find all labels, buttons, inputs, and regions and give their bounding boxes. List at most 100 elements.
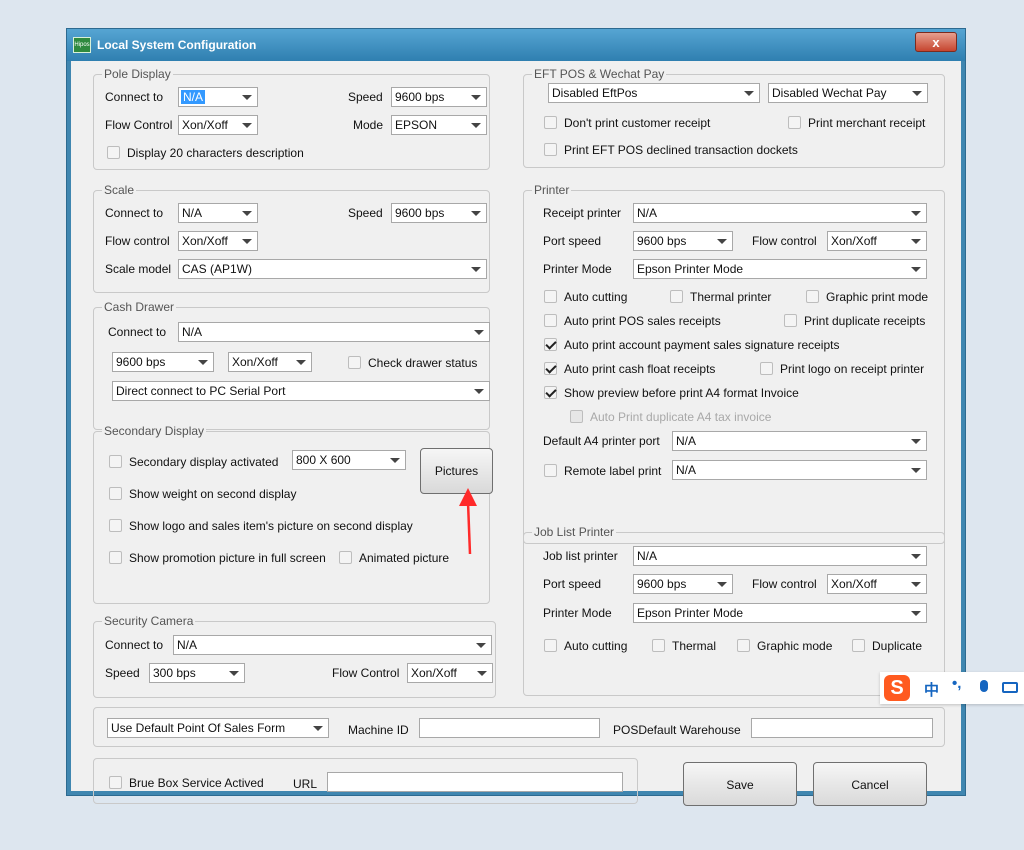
checkbox-label: Auto print cash float receipts <box>564 362 716 376</box>
ime-punctuation-toggle[interactable]: •, <box>952 675 961 692</box>
checkbox-label: Auto cutting <box>564 290 628 304</box>
chevron-down-icon <box>911 211 921 216</box>
checkbox-box <box>544 290 557 303</box>
job-list-printer-combo[interactable]: N/A <box>633 546 927 566</box>
drawer-direct-value: Direct connect to PC Serial Port <box>116 384 286 398</box>
job-port-speed-label: Port speed <box>543 577 602 591</box>
chevron-down-icon <box>474 330 484 335</box>
drawer-direct-combo[interactable]: Direct connect to PC Serial Port <box>112 381 490 401</box>
scale-flow-combo[interactable]: Xon/Xoff <box>178 231 258 251</box>
cancel-button[interactable]: Cancel <box>813 762 927 806</box>
receipt-printer-value: N/A <box>637 206 658 220</box>
port-speed-value: 9600 bps <box>637 234 687 248</box>
app-logo-icon: Hipos <box>73 37 91 53</box>
eftpos-combo[interactable]: Disabled EftPos <box>548 83 760 103</box>
group-secondary-display: Secondary Display Secondary display acti… <box>93 424 493 604</box>
checkbox-box <box>109 776 122 789</box>
scale-speed-value: 9600 bps <box>395 206 445 220</box>
legend-cash-drawer: Cash Drawer <box>102 300 177 314</box>
checkbox-label: Animated picture <box>359 551 450 565</box>
save-button-label: Save <box>726 778 754 792</box>
port-speed-combo[interactable]: 9600 bps <box>633 231 733 251</box>
checkbox-label: Thermal printer <box>690 290 772 304</box>
printer-flow-combo[interactable]: Xon/Xoff <box>827 231 927 251</box>
close-button[interactable]: x <box>915 32 957 52</box>
drawer-connect-combo[interactable]: N/A <box>178 322 490 342</box>
url-input[interactable] <box>327 772 623 792</box>
url-label: URL <box>293 777 318 791</box>
drawer-connect-value: N/A <box>182 325 203 339</box>
drawer-speed-combo[interactable]: 9600 bps <box>112 352 214 372</box>
pole-mode-combo[interactable]: EPSON <box>391 115 487 135</box>
checkbox-box <box>852 639 865 652</box>
wechat-combo[interactable]: Disabled Wechat Pay <box>768 83 928 103</box>
default-a4-port-combo[interactable]: N/A <box>672 431 927 451</box>
scale-model-combo[interactable]: CAS (AP1W) <box>178 259 487 279</box>
printer-mode-value: Epson Printer Mode <box>637 262 744 276</box>
checkbox-box <box>107 146 120 159</box>
wechat-value: Disabled Wechat Pay <box>772 86 887 100</box>
camera-speed-combo[interactable]: 300 bps <box>149 663 245 683</box>
checkbox-label: Remote label print <box>564 464 662 478</box>
microphone-icon[interactable] <box>980 680 988 692</box>
checkbox-box <box>788 116 801 129</box>
ime-toolbar[interactable]: S 中 •, <box>880 672 1024 704</box>
title-bar[interactable]: Hipos Local System Configuration x <box>67 29 965 61</box>
config-window: Hipos Local System Configuration x Pole … <box>66 28 966 806</box>
machine-id-input[interactable] <box>419 718 600 738</box>
chevron-down-icon <box>911 439 921 444</box>
pole-flow-combo[interactable]: Xon/Xoff <box>178 115 258 135</box>
receipt-printer-combo[interactable]: N/A <box>633 203 927 223</box>
pole-speed-value: 9600 bps <box>395 90 445 104</box>
chevron-down-icon <box>912 91 922 96</box>
chevron-down-icon <box>717 239 727 244</box>
default-a4-port-label: Default A4 printer port <box>543 434 660 448</box>
scale-speed-combo[interactable]: 9600 bps <box>391 203 487 223</box>
checkbox-label: Don't print customer receipt <box>564 116 711 130</box>
chevron-down-icon <box>296 360 306 365</box>
job-port-speed-value: 9600 bps <box>637 577 687 591</box>
keyboard-icon[interactable] <box>1002 682 1018 693</box>
secondary-resolution-combo[interactable]: 800 X 600 <box>292 450 406 470</box>
chevron-down-icon <box>477 671 487 676</box>
remote-label-combo[interactable]: N/A <box>672 460 927 480</box>
chevron-down-icon <box>229 671 239 676</box>
chevron-down-icon <box>471 95 481 100</box>
pole-connect-combo[interactable]: N/A <box>178 87 258 107</box>
checkbox-label: Show logo and sales item's picture on se… <box>129 519 413 533</box>
checkbox-label: Print logo on receipt printer <box>780 362 925 376</box>
legend-job-list-printer: Job List Printer <box>532 525 617 539</box>
checkbox-label: Auto Print duplicate A4 tax invoice <box>590 410 772 424</box>
job-printer-mode-combo[interactable]: Epson Printer Mode <box>633 603 927 623</box>
drawer-flow-combo[interactable]: Xon/Xoff <box>228 352 312 372</box>
scale-flow-label: Flow control <box>105 234 170 248</box>
checkbox-box <box>544 362 557 375</box>
ime-language-toggle[interactable]: 中 <box>924 679 939 700</box>
checkbox-box <box>806 290 819 303</box>
pole-connect-value: N/A <box>181 90 206 104</box>
camera-flow-combo[interactable]: Xon/Xoff <box>407 663 493 683</box>
chevron-down-icon <box>242 211 252 216</box>
pos-form-combo[interactable]: Use Default Point Of Sales Form <box>107 718 329 738</box>
scale-connect-value: N/A <box>182 206 203 220</box>
printer-mode-combo[interactable]: Epson Printer Mode <box>633 259 927 279</box>
job-printer-mode-value: Epson Printer Mode <box>637 606 744 620</box>
checkbox-label: Graphic print mode <box>826 290 929 304</box>
job-port-speed-combo[interactable]: 9600 bps <box>633 574 733 594</box>
chevron-down-icon <box>242 95 252 100</box>
pole-speed-combo[interactable]: 9600 bps <box>391 87 487 107</box>
chevron-down-icon <box>242 123 252 128</box>
checkbox-box <box>544 338 557 351</box>
warehouse-input[interactable] <box>751 718 933 738</box>
checkbox-box <box>544 116 557 129</box>
camera-flow-value: Xon/Xoff <box>411 666 457 680</box>
checkbox-box <box>544 386 557 399</box>
job-flow-combo[interactable]: Xon/Xoff <box>827 574 927 594</box>
legend-security-camera: Security Camera <box>102 614 196 628</box>
chevron-down-icon <box>471 267 481 272</box>
legend-scale: Scale <box>102 183 137 197</box>
save-button[interactable]: Save <box>683 762 797 806</box>
checkbox-label: Display 20 characters description <box>127 146 304 160</box>
scale-connect-combo[interactable]: N/A <box>178 203 258 223</box>
camera-connect-combo[interactable]: N/A <box>173 635 492 655</box>
